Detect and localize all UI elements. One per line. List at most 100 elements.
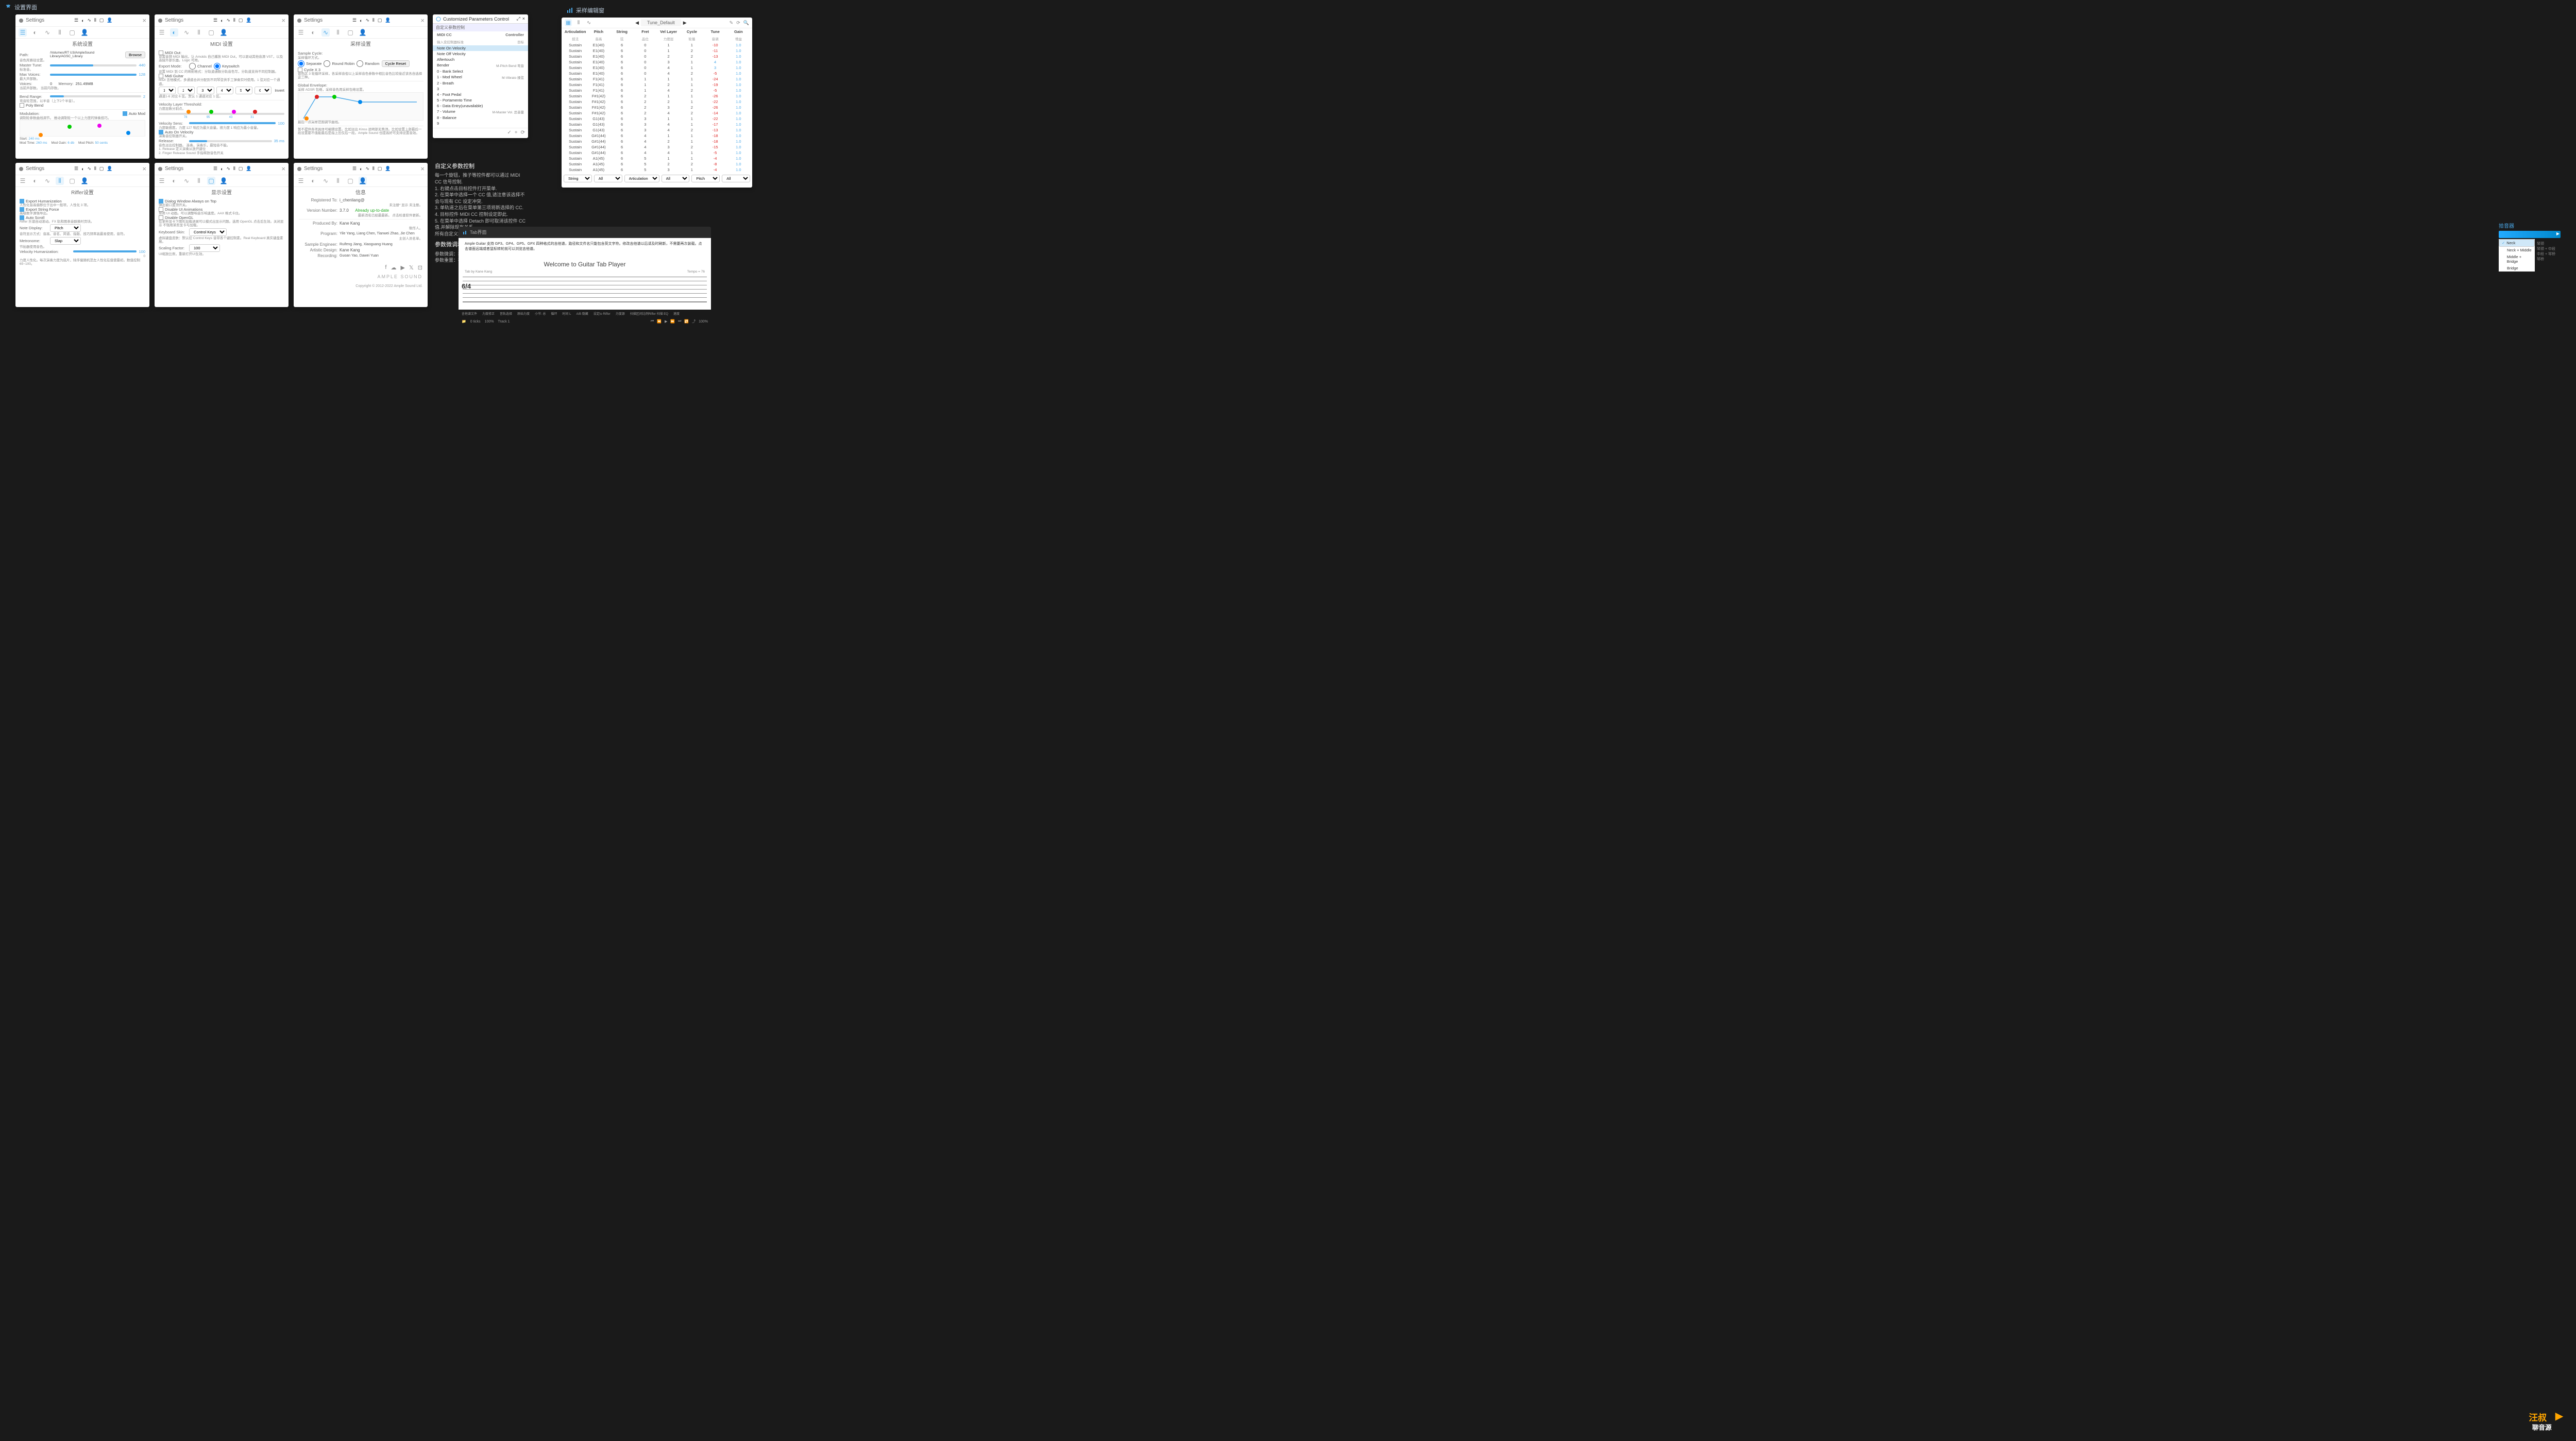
close-icon[interactable]: × [281,165,285,173]
cpc-row[interactable]: 1 - Mod WheelM-Vibrato 揉弦 [433,74,528,80]
cpc-row[interactable]: 6 - Data Entry(unavailable) [433,103,528,109]
pickup-option[interactable]: Bridge [2499,265,2535,272]
keyswitch-radio[interactable] [214,63,221,70]
sample-row[interactable]: SustainG#1(44)6441-51.0 [562,150,752,156]
plus-icon[interactable]: + [515,130,518,135]
sample-rows[interactable]: SustainE1(40)6011-101.0SustainE1(40)6012… [562,42,752,173]
prev-icon[interactable]: ◀ [635,20,639,26]
master-tune-slider[interactable] [50,64,137,66]
sample-row[interactable]: SustainG1(43)6311-221.0 [562,116,752,122]
menu-icon[interactable]: ☰ [74,18,78,23]
cpc-row[interactable]: Aftertouch [433,57,528,62]
bend-slider[interactable] [50,95,141,97]
tab-info[interactable]: 👤 [359,177,367,185]
sample-row[interactable]: SustainG1(43)6342-131.0 [562,127,752,133]
sample-row[interactable]: SustainF1(41)6121-191.0 [562,82,752,88]
web-icon[interactable]: ⊡ [418,264,422,271]
max-voices-slider[interactable] [50,74,137,76]
mod-curve[interactable] [20,120,145,137]
sample-row[interactable]: SustainA1(45)6511-41.0 [562,156,752,161]
expand-icon[interactable]: ⤢ [517,16,520,22]
export-icon[interactable]: ⤴ [692,319,696,324]
random-radio[interactable] [357,60,363,67]
next-icon[interactable]: ▶ [683,20,687,26]
filter-art-all[interactable]: All [662,175,690,182]
sample-row[interactable]: SustainE1(40)603141.0 [562,59,752,65]
cpc-row[interactable]: BenderM-Pitch Bend 弯音 [433,62,528,69]
disable-anim-check[interactable] [159,207,163,212]
close-icon[interactable]: × [142,165,146,173]
channel-radio[interactable] [189,63,196,70]
sample-row[interactable]: SustainF#1(42)6232-261.0 [562,105,752,110]
cpc-row[interactable]: 4 - Foot Pedal [433,92,528,97]
close-icon[interactable]: × [281,16,285,24]
auto-vel-check[interactable] [159,130,163,134]
dialog-top-check[interactable] [159,199,163,204]
folder-icon[interactable]: 📁 [462,319,466,324]
prev-icon[interactable]: ⏮ [651,319,654,324]
rewind-icon[interactable]: ⏪ [657,319,662,324]
sample-row[interactable]: SustainF#1(42)6211-261.0 [562,93,752,99]
sample-row[interactable]: SustainE1(40)6012-111.0 [562,48,752,54]
sample-row[interactable]: SustainF1(41)6111-241.0 [562,76,752,82]
loop-icon[interactable]: 🔁 [684,319,689,324]
cpc-row[interactable]: 3 [433,86,528,92]
sample-row[interactable]: SustainE1(40)6011-101.0 [562,42,752,48]
sample-row[interactable]: SustainA1(45)6531-41.0 [562,167,752,173]
keyboard-skin-select[interactable]: Control Keys [189,228,227,236]
sample-row[interactable]: SustainE1(40)604131.0 [562,65,752,71]
sample-row[interactable]: SustainF1(41)6142-51.0 [562,88,752,93]
sample-row[interactable]: SustainF#1(42)6242-141.0 [562,110,752,116]
poly-bend-check[interactable] [20,103,24,108]
auto-mod-check[interactable] [123,111,127,116]
search-icon[interactable]: 🔍 [743,20,749,26]
monitor-icon[interactable]: ▢ [99,18,104,23]
close-icon[interactable]: × [420,165,425,173]
dial-icon[interactable]: ◐ [81,18,84,23]
cpc-row[interactable]: 5 - Portamento Time [433,97,528,103]
wave-icon[interactable]: ∿ [585,19,592,26]
tab-midi[interactable]: ◐ [31,28,39,37]
cpc-row[interactable]: 8 - Balance [433,115,528,121]
refresh-icon[interactable]: ⟳ [736,20,740,26]
tab-riffer[interactable]: ⫴ [56,177,64,185]
cpc-row[interactable]: 2 - Breath [433,80,528,86]
eq-icon[interactable]: ⫴ [94,18,96,23]
cpc-row[interactable]: 0 - Bank Select [433,69,528,74]
filter-pitch[interactable]: Pitch [691,175,720,182]
vh-slider[interactable] [73,250,137,252]
as-check[interactable] [20,215,24,220]
youtube-icon[interactable]: ▶ [400,264,404,271]
pencil-icon[interactable]: ✎ [730,20,734,26]
bars-icon[interactable]: ⫴ [575,19,582,26]
note-display-select[interactable]: Pitch [50,224,81,232]
envelope-editor[interactable] [298,92,423,121]
filter-string[interactable]: String [564,175,592,182]
soundcloud-icon[interactable]: ☁ [391,264,396,271]
midi-out-check[interactable] [159,50,163,55]
preset-name[interactable]: Tune_Default [641,19,681,26]
next-icon[interactable]: ⏭ [678,319,681,324]
metronome-select[interactable]: Slap [50,237,81,245]
sample-row[interactable]: SustainF#1(42)6221-221.0 [562,99,752,105]
cpc-row[interactable]: Note Off Velocity [433,51,528,57]
round-radio[interactable] [324,60,330,67]
pickup-option[interactable]: Neck + Middle [2499,247,2535,253]
filter-art[interactable]: Articulation [624,175,659,182]
cpc-list[interactable]: Note On VelocityNote Off VelocityAfterto… [433,45,528,128]
forward-icon[interactable]: ⏩ [670,319,675,324]
filter-string-all[interactable]: All [594,175,622,182]
pickup-option[interactable]: ✓Neck [2499,239,2535,247]
facebook-icon[interactable]: f [385,264,386,271]
refresh-icon[interactable]: ⟳ [521,130,525,135]
tab-sample[interactable]: ∿ [321,28,330,37]
sample-row[interactable]: SustainG1(43)6341-171.0 [562,122,752,127]
cpc-row[interactable]: 7 - VolumeM-Master Vol. 总音量 [433,109,528,115]
tab-staff[interactable]: 6/4 [463,277,707,302]
separate-radio[interactable] [298,60,304,67]
sample-row[interactable]: SustainG#1(44)6432-151.0 [562,144,752,150]
cyclex3-check[interactable] [298,67,302,72]
eh-check[interactable] [20,199,24,204]
sample-row[interactable]: SustainA1(45)6522-81.0 [562,161,752,167]
vsens-slider[interactable] [189,122,276,124]
